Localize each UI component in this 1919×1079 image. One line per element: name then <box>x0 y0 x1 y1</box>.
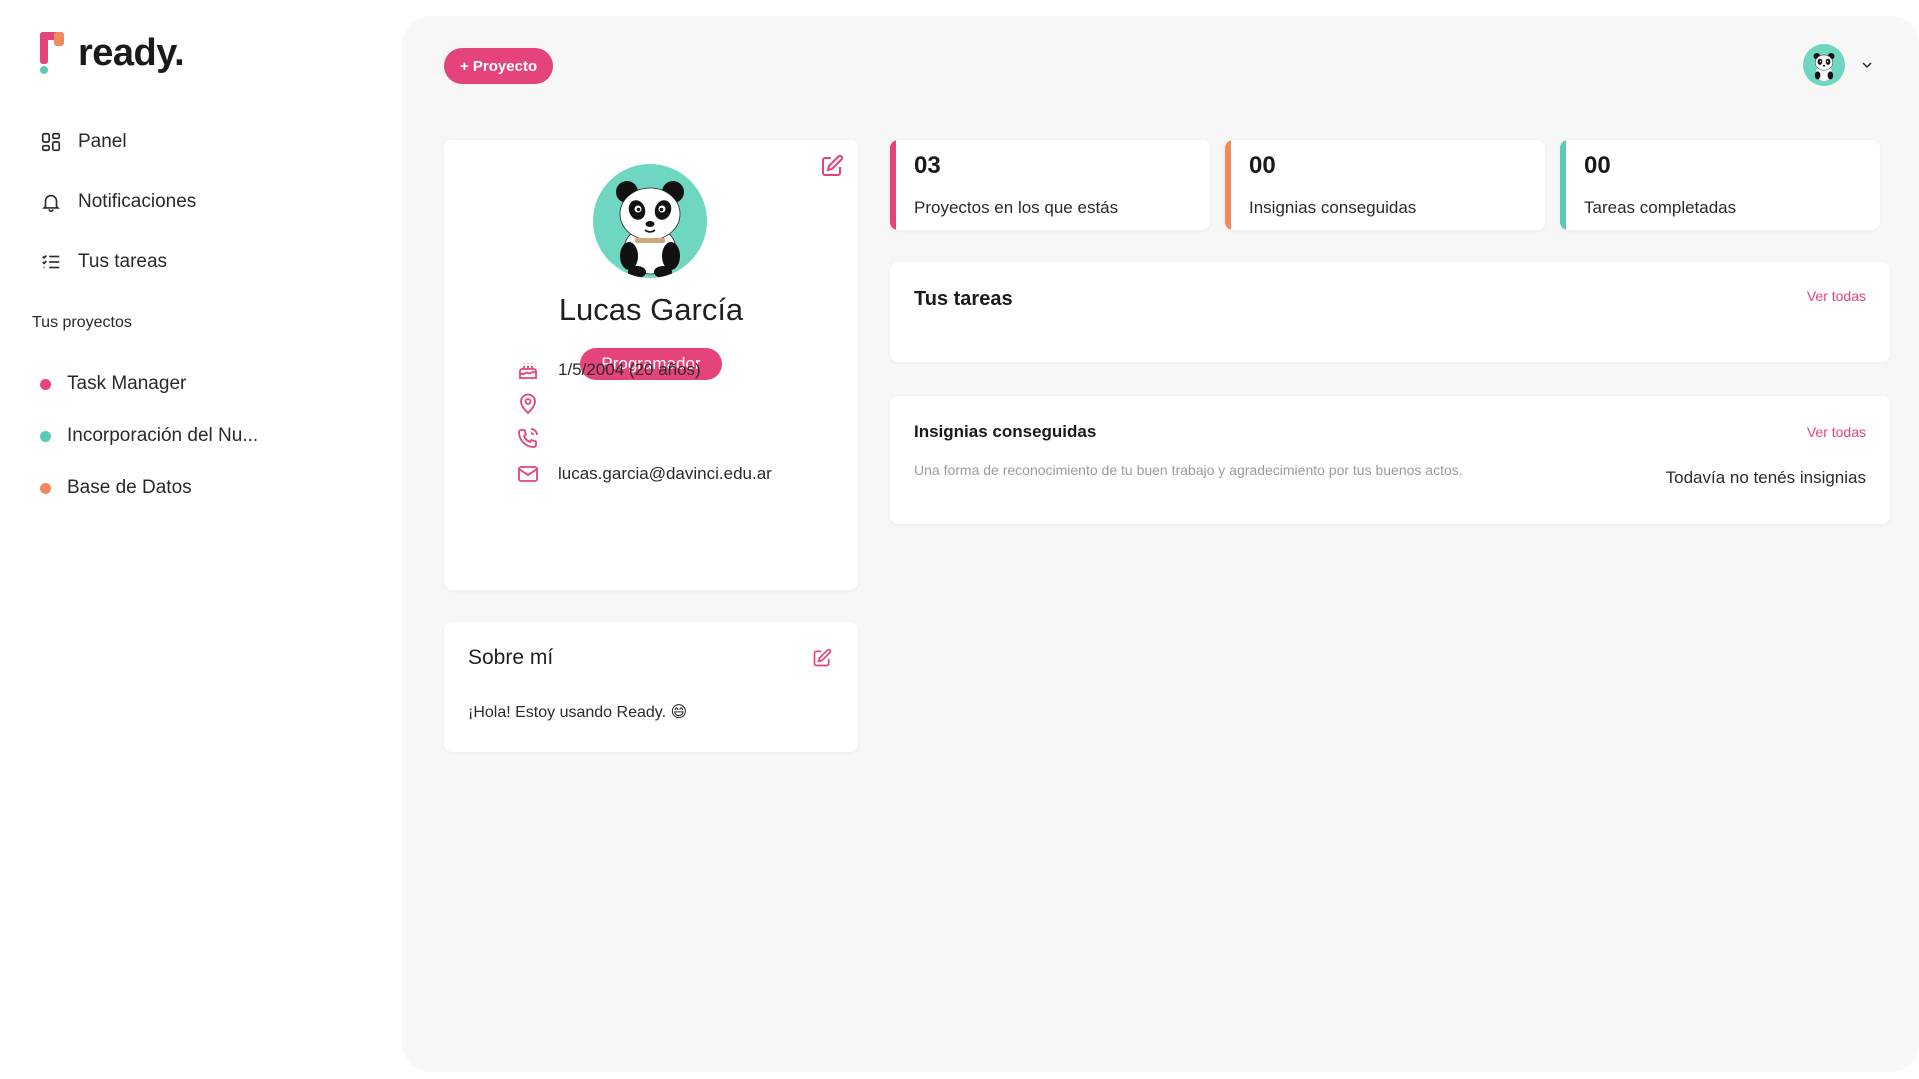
project-item-base-de-datos[interactable]: Base de Datos <box>40 462 258 514</box>
bell-icon <box>42 194 60 212</box>
profile-card: Lucas García Programador 1/5/2004 (20 añ… <box>444 140 858 590</box>
stat-label: Tareas completadas <box>1584 198 1737 217</box>
avatar[interactable] <box>1803 44 1845 86</box>
phone-info <box>516 426 558 450</box>
nav-item-label: Tus tareas <box>78 251 168 272</box>
stat-card-projects: 03 Proyectos en los que estás <box>890 140 1210 230</box>
app-logo[interactable]: ready. <box>40 30 185 76</box>
user-menu[interactable] <box>1803 44 1875 86</box>
badges-title: Insignias conseguidas <box>914 422 1097 441</box>
mail-icon <box>518 466 538 482</box>
badges-card: Insignias conseguidas Ver todas Una form… <box>890 396 1890 524</box>
badges-empty-message: Todavía no tenés insignias <box>1665 468 1866 487</box>
badges-description: Una forma de reconocimiento de tu buen t… <box>914 462 1463 478</box>
birthday-text: 1/5/2004 (20 años) <box>558 360 701 379</box>
tasks-title: Tus tareas <box>914 288 1013 310</box>
main-content: + Proyecto Lucas García Programador 1/5/… <box>402 16 1919 1072</box>
stat-accent-bar <box>1225 140 1231 230</box>
nav-item-notifications[interactable]: Notificaciones <box>40 172 196 232</box>
about-title: Sobre mí <box>468 646 554 669</box>
panda-avatar-icon <box>616 181 684 278</box>
badges-see-all-link[interactable]: Ver todas <box>1807 424 1866 440</box>
nav-item-tasks[interactable]: Tus tareas <box>40 232 196 292</box>
project-color-dot <box>40 378 51 390</box>
sidebar: ready. Panel Notificaciones Tus tareas T… <box>0 0 400 1079</box>
location-info <box>516 392 558 416</box>
phone-icon <box>518 428 538 448</box>
profile-name: Lucas García <box>558 292 744 327</box>
stat-value: 00 <box>1249 152 1276 179</box>
stat-value: 00 <box>1584 152 1611 179</box>
about-card: Sobre mí ¡Hola! Estoy usando Ready. 😄 <box>444 622 858 752</box>
dashboard-icon <box>41 132 61 152</box>
project-item-incorporacion[interactable]: Incorporación del Nu... <box>40 410 258 462</box>
main-nav: Panel Notificaciones Tus tareas <box>40 112 196 292</box>
edit-profile-icon[interactable] <box>820 154 844 178</box>
location-pin-icon <box>520 393 536 415</box>
new-project-button[interactable]: + Proyecto <box>444 48 554 84</box>
birthday-info: 1/5/2004 (20 años) <box>516 358 701 382</box>
stat-accent-bar <box>890 140 896 230</box>
cake-icon <box>519 363 537 379</box>
project-label: Incorporación del Nu... <box>67 425 259 446</box>
profile-avatar <box>593 164 707 278</box>
nav-item-label: Notificaciones <box>78 191 197 212</box>
project-color-dot <box>40 482 51 494</box>
task-list-icon <box>42 254 60 269</box>
tasks-see-all-link[interactable]: Ver todas <box>1807 288 1866 304</box>
stat-label: Proyectos en los que estás <box>914 198 1119 217</box>
stat-card-tasks: 00 Tareas completadas <box>1560 140 1880 230</box>
panda-avatar-icon <box>1813 53 1835 81</box>
stat-value: 03 <box>914 152 941 179</box>
email-info: lucas.garcia@davinci.edu.ar <box>516 462 772 486</box>
project-label: Task Manager <box>67 373 187 394</box>
chevron-down-icon[interactable] <box>1859 57 1875 73</box>
tasks-card: Tus tareas Ver todas <box>890 262 1890 362</box>
projects-section-title: Tus proyectos <box>32 314 132 331</box>
project-color-dot <box>40 430 51 442</box>
email-text: lucas.garcia@davinci.edu.ar <box>558 464 772 483</box>
edit-about-icon[interactable] <box>812 648 832 668</box>
stat-label: Insignias conseguidas <box>1249 198 1417 217</box>
logo-text: ready. <box>78 31 185 74</box>
about-text: ¡Hola! Estoy usando Ready. 😄 <box>468 704 688 721</box>
logo-mark <box>40 30 70 76</box>
stat-accent-bar <box>1560 140 1566 230</box>
project-label: Base de Datos <box>67 477 192 498</box>
nav-item-label: Panel <box>78 131 127 152</box>
stat-card-badges: 00 Insignias conseguidas <box>1225 140 1545 230</box>
projects-list: Task Manager Incorporación del Nu... Bas… <box>40 358 258 514</box>
project-item-task-manager[interactable]: Task Manager <box>40 358 258 410</box>
nav-item-panel[interactable]: Panel <box>40 112 196 172</box>
